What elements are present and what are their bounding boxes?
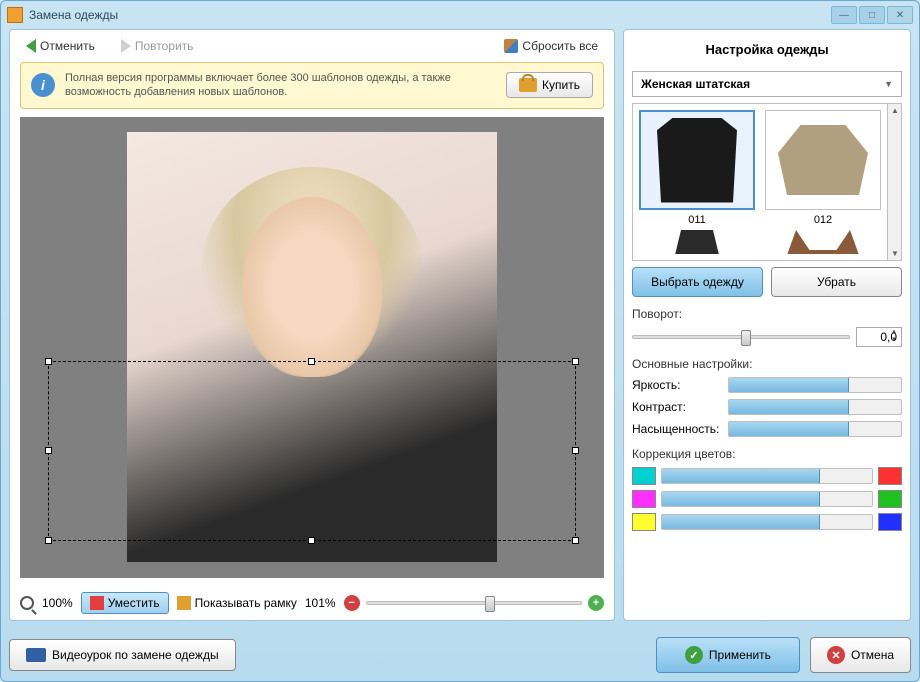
frame-icon [177, 596, 191, 610]
right-panel: Настройка одежды Женская штатская ▼ 011 … [623, 29, 911, 621]
color-slider[interactable] [661, 491, 873, 507]
clothing-thumb[interactable] [639, 230, 755, 254]
titlebar: Замена одежды — □ ✕ [1, 1, 919, 29]
zoom-in-button[interactable]: + [588, 595, 604, 611]
slider-thumb[interactable] [741, 330, 751, 346]
brightness-slider[interactable] [728, 377, 902, 393]
color-swatch[interactable] [632, 490, 656, 508]
select-clothing-button[interactable]: Выбрать одежду [632, 267, 763, 297]
apply-label: Применить [709, 648, 771, 662]
left-panel: Отменить Повторить Сбросить все i Полная… [9, 29, 615, 621]
maximize-button[interactable]: □ [859, 6, 885, 24]
saturation-slider[interactable] [728, 421, 902, 437]
resize-handle[interactable] [45, 358, 52, 365]
tutorial-label: Видеоурок по замене одежды [52, 648, 219, 662]
info-text: Полная версия программы включает более 3… [65, 71, 496, 100]
camera-icon [26, 648, 46, 662]
color-swatch[interactable] [878, 513, 902, 531]
reset-button[interactable]: Сбросить все [498, 36, 604, 56]
magnifier-icon [20, 596, 34, 610]
main-settings-label: Основные настройки: [632, 357, 902, 371]
bottom-bar: 100% Уместить Показывать рамку 101% − + [10, 586, 614, 620]
rotation-label: Поворот: [632, 307, 902, 321]
resize-handle[interactable] [45, 537, 52, 544]
brightness-label: Яркость: [632, 378, 722, 392]
undo-label: Отменить [40, 39, 95, 53]
minimize-button[interactable]: — [831, 6, 857, 24]
check-icon: ✓ [685, 646, 703, 664]
info-icon: i [31, 73, 55, 97]
color-swatch[interactable] [878, 467, 902, 485]
contrast-label: Контраст: [632, 400, 722, 414]
footer: Видеоурок по замене одежды ✓ Применить ✕… [1, 629, 919, 681]
buy-label: Купить [542, 78, 580, 92]
saturation-label: Насыщенность: [632, 422, 722, 436]
resize-handle[interactable] [45, 447, 52, 454]
fit-label: Уместить [108, 596, 160, 610]
show-frame-label: Показывать рамку [195, 596, 297, 610]
clothing-thumb[interactable] [765, 110, 881, 210]
reset-label: Сбросить все [522, 39, 598, 53]
info-bar: i Полная версия программы включает более… [20, 62, 604, 109]
color-slider[interactable] [661, 514, 873, 530]
close-button[interactable]: ✕ [887, 6, 913, 24]
category-dropdown[interactable]: Женская штатская ▼ [632, 71, 902, 97]
thumb-label: 011 [639, 214, 755, 226]
fit-button[interactable]: Уместить [81, 592, 169, 614]
buy-button[interactable]: Купить [506, 72, 593, 98]
window-title: Замена одежды [29, 8, 831, 22]
zoom-out-button[interactable]: − [344, 595, 360, 611]
contrast-slider[interactable] [728, 399, 902, 415]
resize-handle[interactable] [308, 358, 315, 365]
category-label: Женская штатская [641, 77, 750, 91]
slider-thumb[interactable] [485, 596, 495, 612]
redo-button[interactable]: Повторить [115, 36, 200, 56]
resize-handle[interactable] [572, 358, 579, 365]
remove-clothing-button[interactable]: Убрать [771, 267, 902, 297]
clothing-thumb[interactable] [639, 110, 755, 210]
thumb-label: 012 [765, 214, 881, 226]
apply-button[interactable]: ✓ Применить [656, 637, 800, 673]
resize-handle[interactable] [308, 537, 315, 544]
color-slider[interactable] [661, 468, 873, 484]
tutorial-button[interactable]: Видеоурок по замене одежды [9, 639, 236, 671]
show-frame-toggle[interactable]: Показывать рамку [177, 596, 297, 610]
undo-icon [26, 39, 36, 53]
zoom-slider[interactable] [366, 601, 582, 605]
zoom-value: 101% [305, 596, 336, 610]
color-swatch[interactable] [632, 467, 656, 485]
brush-icon [504, 39, 518, 53]
canvas[interactable] [20, 117, 604, 578]
cancel-label: Отмена [851, 648, 894, 662]
rotation-slider[interactable] [632, 335, 850, 339]
scrollbar[interactable] [887, 104, 901, 260]
redo-icon [121, 39, 131, 53]
rotation-value[interactable]: 0,0 ▲▼ [856, 327, 902, 347]
fit-icon [90, 596, 104, 610]
color-swatch[interactable] [878, 490, 902, 508]
close-icon: ✕ [827, 646, 845, 664]
color-correction-label: Коррекция цветов: [632, 447, 902, 461]
panel-title: Настройка одежды [632, 38, 902, 65]
resize-handle[interactable] [572, 447, 579, 454]
undo-button[interactable]: Отменить [20, 36, 101, 56]
cancel-button[interactable]: ✕ Отмена [810, 637, 911, 673]
step-up[interactable]: ▲ [888, 329, 900, 337]
app-window: Замена одежды — □ ✕ Отменить Повторить [0, 0, 920, 682]
clothing-grid: 011 012 [632, 103, 902, 261]
zoom-label: 100% [42, 596, 73, 610]
color-swatch[interactable] [632, 513, 656, 531]
step-down[interactable]: ▼ [888, 337, 900, 345]
app-icon [7, 7, 23, 23]
cart-icon [519, 78, 537, 92]
resize-handle[interactable] [572, 537, 579, 544]
redo-label: Повторить [135, 39, 194, 53]
chevron-down-icon: ▼ [884, 79, 893, 89]
clothing-thumb[interactable] [765, 230, 881, 254]
selection-frame[interactable] [48, 361, 576, 541]
toolbar: Отменить Повторить Сбросить все [10, 30, 614, 62]
